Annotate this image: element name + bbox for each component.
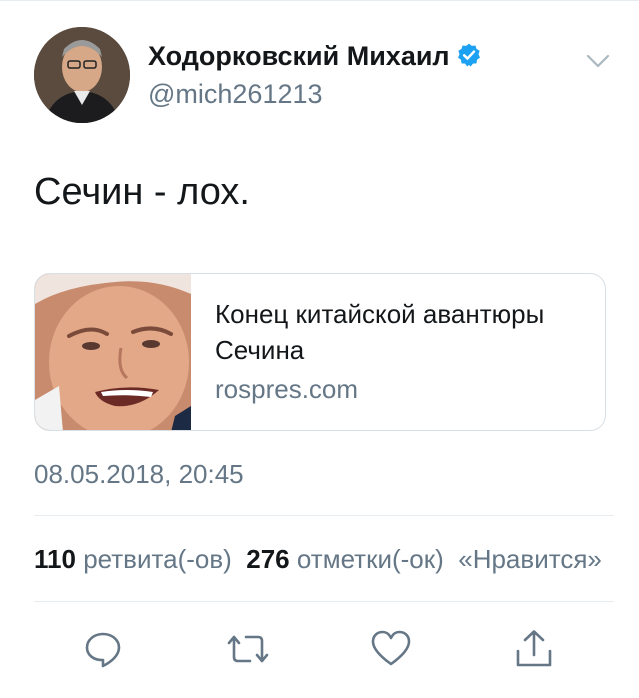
like-button[interactable]	[369, 627, 413, 671]
retweets-label: ретвита(-ов)	[83, 544, 232, 574]
avatar-photo	[34, 27, 130, 123]
likes-count: 276	[246, 544, 290, 574]
divider	[34, 601, 614, 602]
share-icon	[516, 630, 552, 667]
link-card-title: Конец китайской авантюры Сечина	[215, 299, 545, 365]
likes-label: отметки(-ок)	[296, 544, 444, 574]
tweet-actions	[0, 621, 639, 677]
link-card-domain: rospres.com	[215, 374, 359, 404]
retweet-button[interactable]	[226, 627, 270, 671]
author-handle[interactable]: @mich261213	[148, 79, 323, 110]
reply-button[interactable]	[81, 627, 125, 671]
reply-icon	[85, 632, 121, 668]
avatar[interactable]	[34, 27, 130, 123]
likes-more-label[interactable]: «Нравится»	[458, 544, 602, 574]
chevron-down-icon[interactable]	[585, 51, 611, 71]
link-card-thumbnail	[35, 274, 191, 430]
retweets-count: 110	[34, 544, 76, 574]
tweet-detail: Ходорковский Михаил @mich261213 Сечин - …	[0, 0, 639, 698]
like-icon	[371, 630, 411, 666]
author-name-text: Ходорковский Михаил	[148, 41, 450, 71]
link-card[interactable]: Конец китайской авантюры Сечина rospres.…	[34, 273, 606, 431]
divider	[34, 515, 614, 516]
tweet-stats: 110 ретвита(-ов) 276 отметки(-ок) «Нрави…	[34, 544, 639, 575]
retweet-icon	[227, 635, 269, 663]
retweets-stat[interactable]: 110 ретвита(-ов)	[34, 544, 232, 574]
tweet-text: Сечин - лох.	[34, 171, 250, 213]
share-button[interactable]	[512, 627, 556, 671]
likes-stat[interactable]: 276 отметки(-ок)	[246, 544, 444, 574]
link-card-photo	[35, 274, 191, 430]
tweet-timestamp[interactable]: 08.05.2018, 20:45	[34, 459, 244, 490]
verified-badge-icon	[457, 43, 480, 67]
author-name[interactable]: Ходорковский Михаил	[148, 41, 482, 72]
